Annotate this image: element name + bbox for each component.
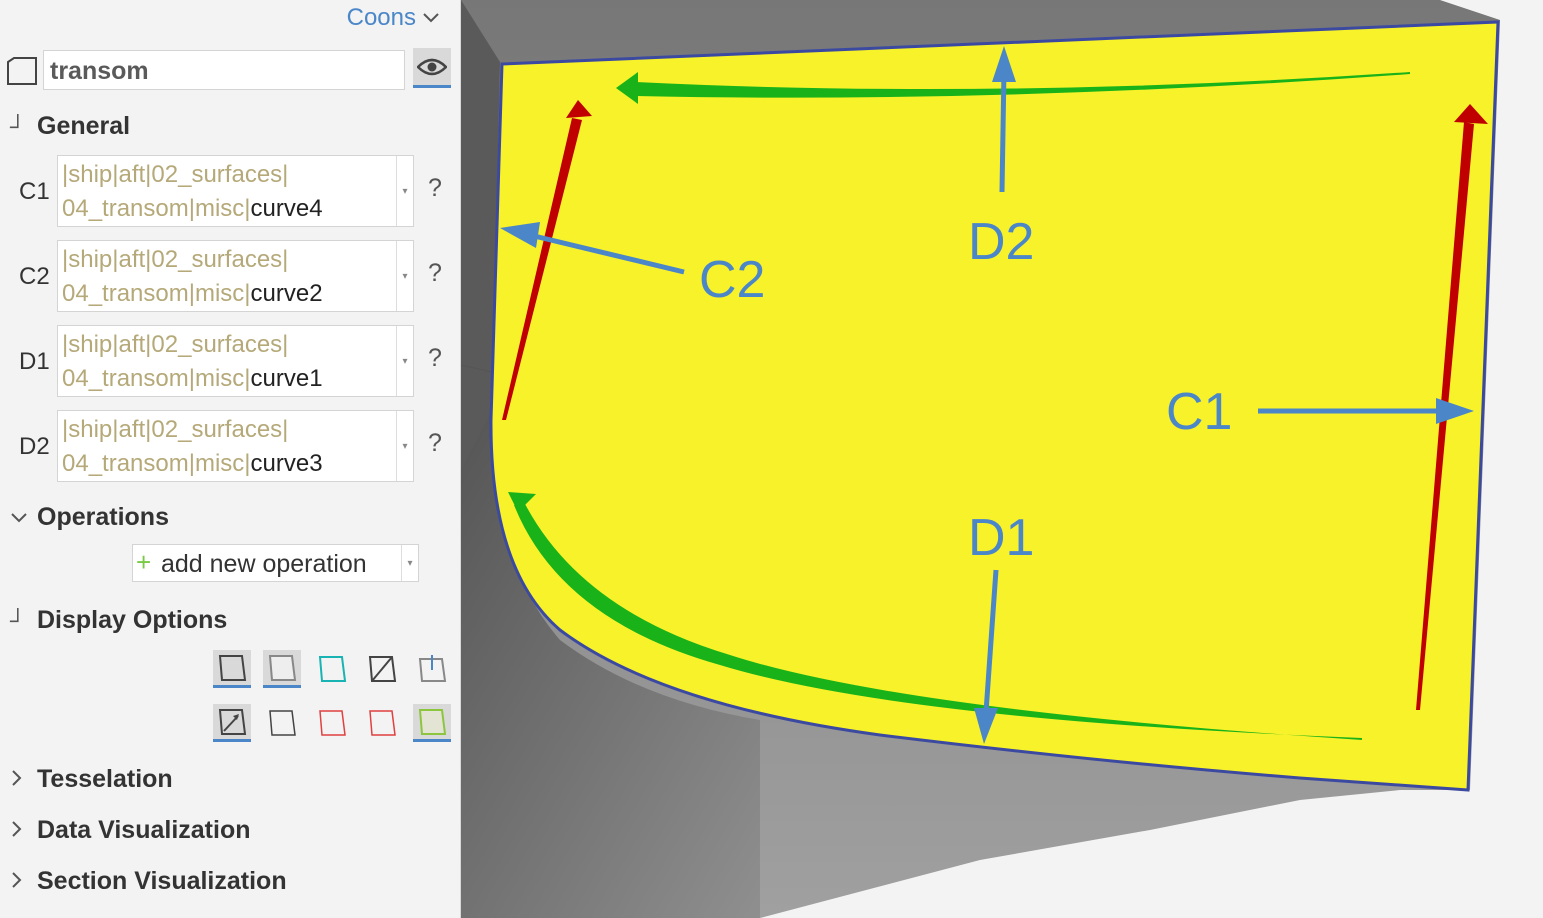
type-selector-label: Coons (346, 4, 416, 31)
section-operations[interactable]: Operations (10, 503, 169, 532)
display-normal-button[interactable] (413, 650, 451, 688)
section-data-visualization-label: Data Visualization (37, 816, 251, 844)
scene (461, 0, 1543, 918)
annotation-d2: D2 (968, 213, 1035, 271)
curve-select-c2[interactable]: |ship|aft|02_surfaces| 04_transom|misc|cu… (57, 240, 414, 312)
section-display-options[interactable]: ┘ Display Options (10, 606, 227, 635)
curve-path: 04_transom|misc| (62, 195, 251, 222)
curve-select-d2[interactable]: |ship|aft|02_surfaces| 04_transom|misc|cu… (57, 410, 414, 482)
type-selector[interactable]: Coons (347, 4, 440, 32)
display-red-outline-2-button[interactable] (363, 704, 401, 742)
annotation-d1: D1 (968, 509, 1035, 567)
section-general-label: General (37, 112, 131, 140)
display-diagonal-button[interactable] (363, 650, 401, 688)
properties-panel: Coons transom ┘ General C1 |ship|aft|02_… (0, 0, 461, 918)
dropdown-arrow-icon[interactable]: ▾ (396, 411, 413, 481)
curve-path: 04_transom|misc| (62, 450, 251, 477)
curve-label-d2: D2 (19, 433, 50, 460)
dropdown-arrow-icon[interactable]: ▾ (396, 326, 413, 396)
section-operations-label: Operations (37, 503, 169, 531)
red-outline-icon (369, 710, 396, 736)
curve-select-c1[interactable]: |ship|aft|02_surfaces| 04_transom|misc|cu… (57, 155, 414, 227)
dropdown-arrow-icon[interactable]: ▾ (401, 545, 418, 581)
curve-select-d1[interactable]: |ship|aft|02_surfaces| 04_transom|misc|cu… (57, 325, 414, 397)
normal-icon (418, 655, 447, 682)
section-tesselation[interactable]: Tesselation (10, 765, 173, 794)
chevron-right-icon (10, 869, 32, 895)
add-operation-label: add new operation (161, 550, 367, 578)
curve-name: curve1 (250, 365, 323, 392)
green-surface-icon (418, 708, 447, 735)
section-display-options-label: Display Options (37, 606, 228, 634)
display-shaded-button[interactable] (213, 650, 251, 688)
curve-path: |ship|aft|02_surfaces| (62, 161, 289, 188)
shaded-surface-icon (218, 654, 247, 681)
diagonal-icon (368, 656, 397, 682)
outline-icon (318, 656, 347, 682)
chevron-right-icon (10, 767, 32, 793)
curve-path: 04_transom|misc| (62, 365, 251, 392)
section-general[interactable]: ┘ General (10, 112, 130, 141)
curve-path: |ship|aft|02_surfaces| (62, 416, 289, 443)
section-section-visualization-label: Section Visualization (37, 867, 287, 895)
edges-icon (269, 710, 296, 736)
transom-surface (489, 20, 1500, 792)
chevron-down-icon (423, 13, 439, 23)
add-operation-dropdown[interactable]: + add new operation ▾ (132, 544, 419, 582)
display-outline-button[interactable] (313, 650, 351, 688)
section-data-visualization[interactable]: Data Visualization (10, 816, 251, 845)
section-section-visualization[interactable]: Section Visualization (10, 867, 287, 896)
annotation-c1: C1 (1166, 383, 1233, 441)
curve-label-c1: C1 (19, 178, 50, 205)
help-icon[interactable]: ? (428, 344, 442, 373)
curve-path: |ship|aft|02_surfaces| (62, 246, 289, 273)
curve-path: |ship|aft|02_surfaces| (62, 331, 289, 358)
curve-label-c2: C2 (19, 263, 50, 290)
surface-icon (7, 57, 37, 85)
section-tesselation-label: Tesselation (37, 765, 173, 793)
direction-icon (218, 708, 247, 735)
surface-fill-icon (268, 654, 297, 681)
visibility-toggle[interactable] (413, 48, 451, 88)
plus-icon: + (136, 547, 152, 577)
help-icon[interactable]: ? (428, 259, 442, 288)
curve-name: curve3 (250, 450, 323, 477)
object-name-input[interactable]: transom (43, 50, 405, 90)
display-direction-button[interactable] (213, 704, 251, 742)
curve-name: curve2 (250, 280, 323, 307)
dropdown-arrow-icon[interactable]: ▾ (396, 241, 413, 311)
chevron-right-icon (10, 818, 32, 844)
curve-label-d1: D1 (19, 348, 50, 375)
help-icon[interactable]: ? (428, 174, 442, 203)
collapse-icon: ┘ (10, 607, 26, 633)
help-icon[interactable]: ? (428, 429, 442, 458)
eye-icon (417, 58, 447, 75)
chevron-down-icon (10, 505, 32, 531)
annotation-c2: C2 (699, 251, 766, 309)
dropdown-arrow-icon[interactable]: ▾ (396, 156, 413, 226)
curve-name: curve4 (250, 195, 323, 222)
display-green-surface-button[interactable] (413, 704, 451, 742)
display-red-outline-button[interactable] (313, 704, 351, 742)
display-surface-button[interactable] (263, 650, 301, 688)
3d-viewport[interactable]: D2 C2 C1 D1 (461, 0, 1543, 918)
red-outline-icon (319, 710, 346, 736)
display-edges-button[interactable] (263, 704, 301, 742)
collapse-icon: ┘ (10, 113, 26, 139)
curve-path: 04_transom|misc| (62, 280, 251, 307)
